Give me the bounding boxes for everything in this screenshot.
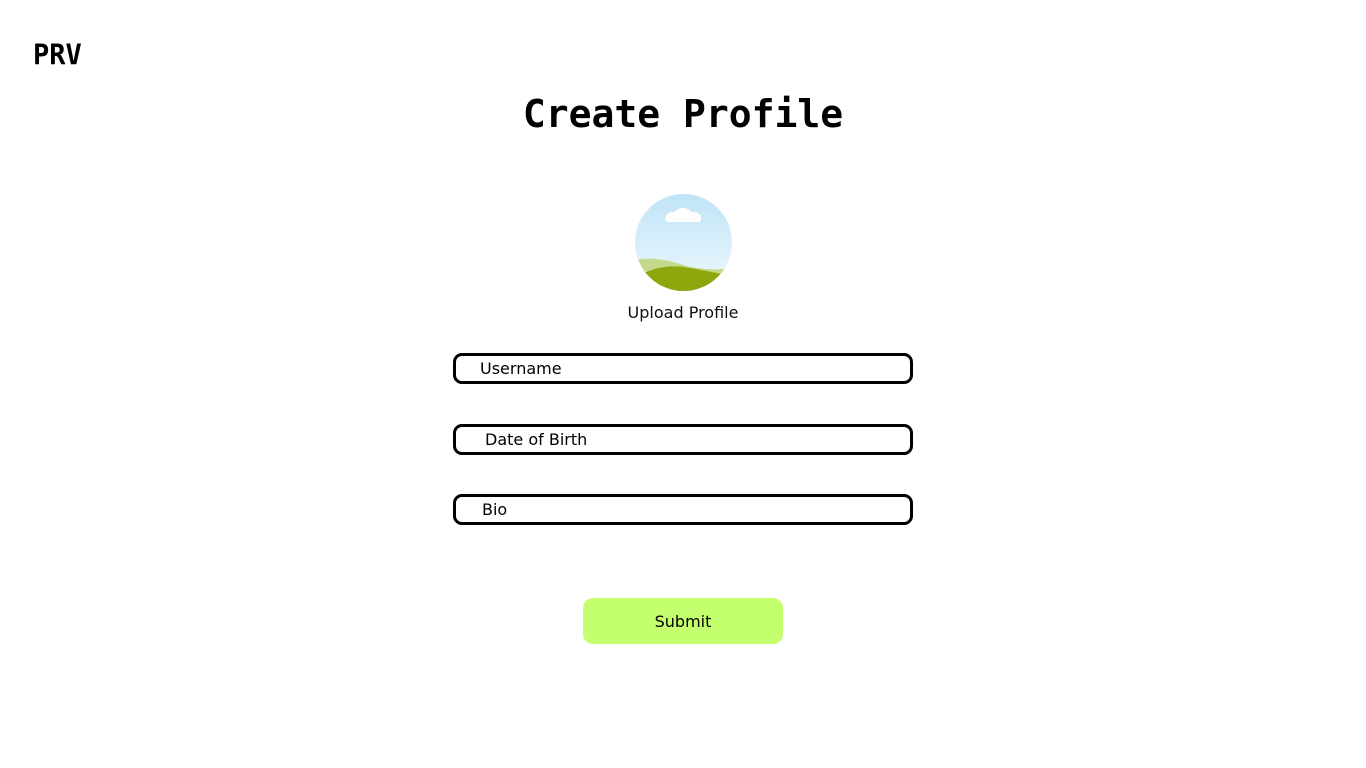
profile-picture-upload[interactable]: [635, 194, 732, 291]
bio-input[interactable]: [456, 497, 902, 522]
page-title: Create Profile: [522, 92, 844, 136]
username-field[interactable]: [453, 353, 913, 384]
landscape-image-icon: [635, 194, 732, 291]
bio-field[interactable]: [453, 494, 913, 525]
username-input[interactable]: [456, 356, 900, 381]
submit-button[interactable]: Submit: [583, 598, 783, 644]
date-of-birth-input[interactable]: [456, 427, 905, 452]
brand-logo[interactable]: PRV: [33, 39, 82, 72]
upload-profile-label[interactable]: Upload Profile: [0, 303, 1366, 322]
create-profile-page: PRV Create Profile Upload Profile Userna…: [0, 0, 1366, 768]
date-of-birth-field[interactable]: [453, 424, 913, 455]
